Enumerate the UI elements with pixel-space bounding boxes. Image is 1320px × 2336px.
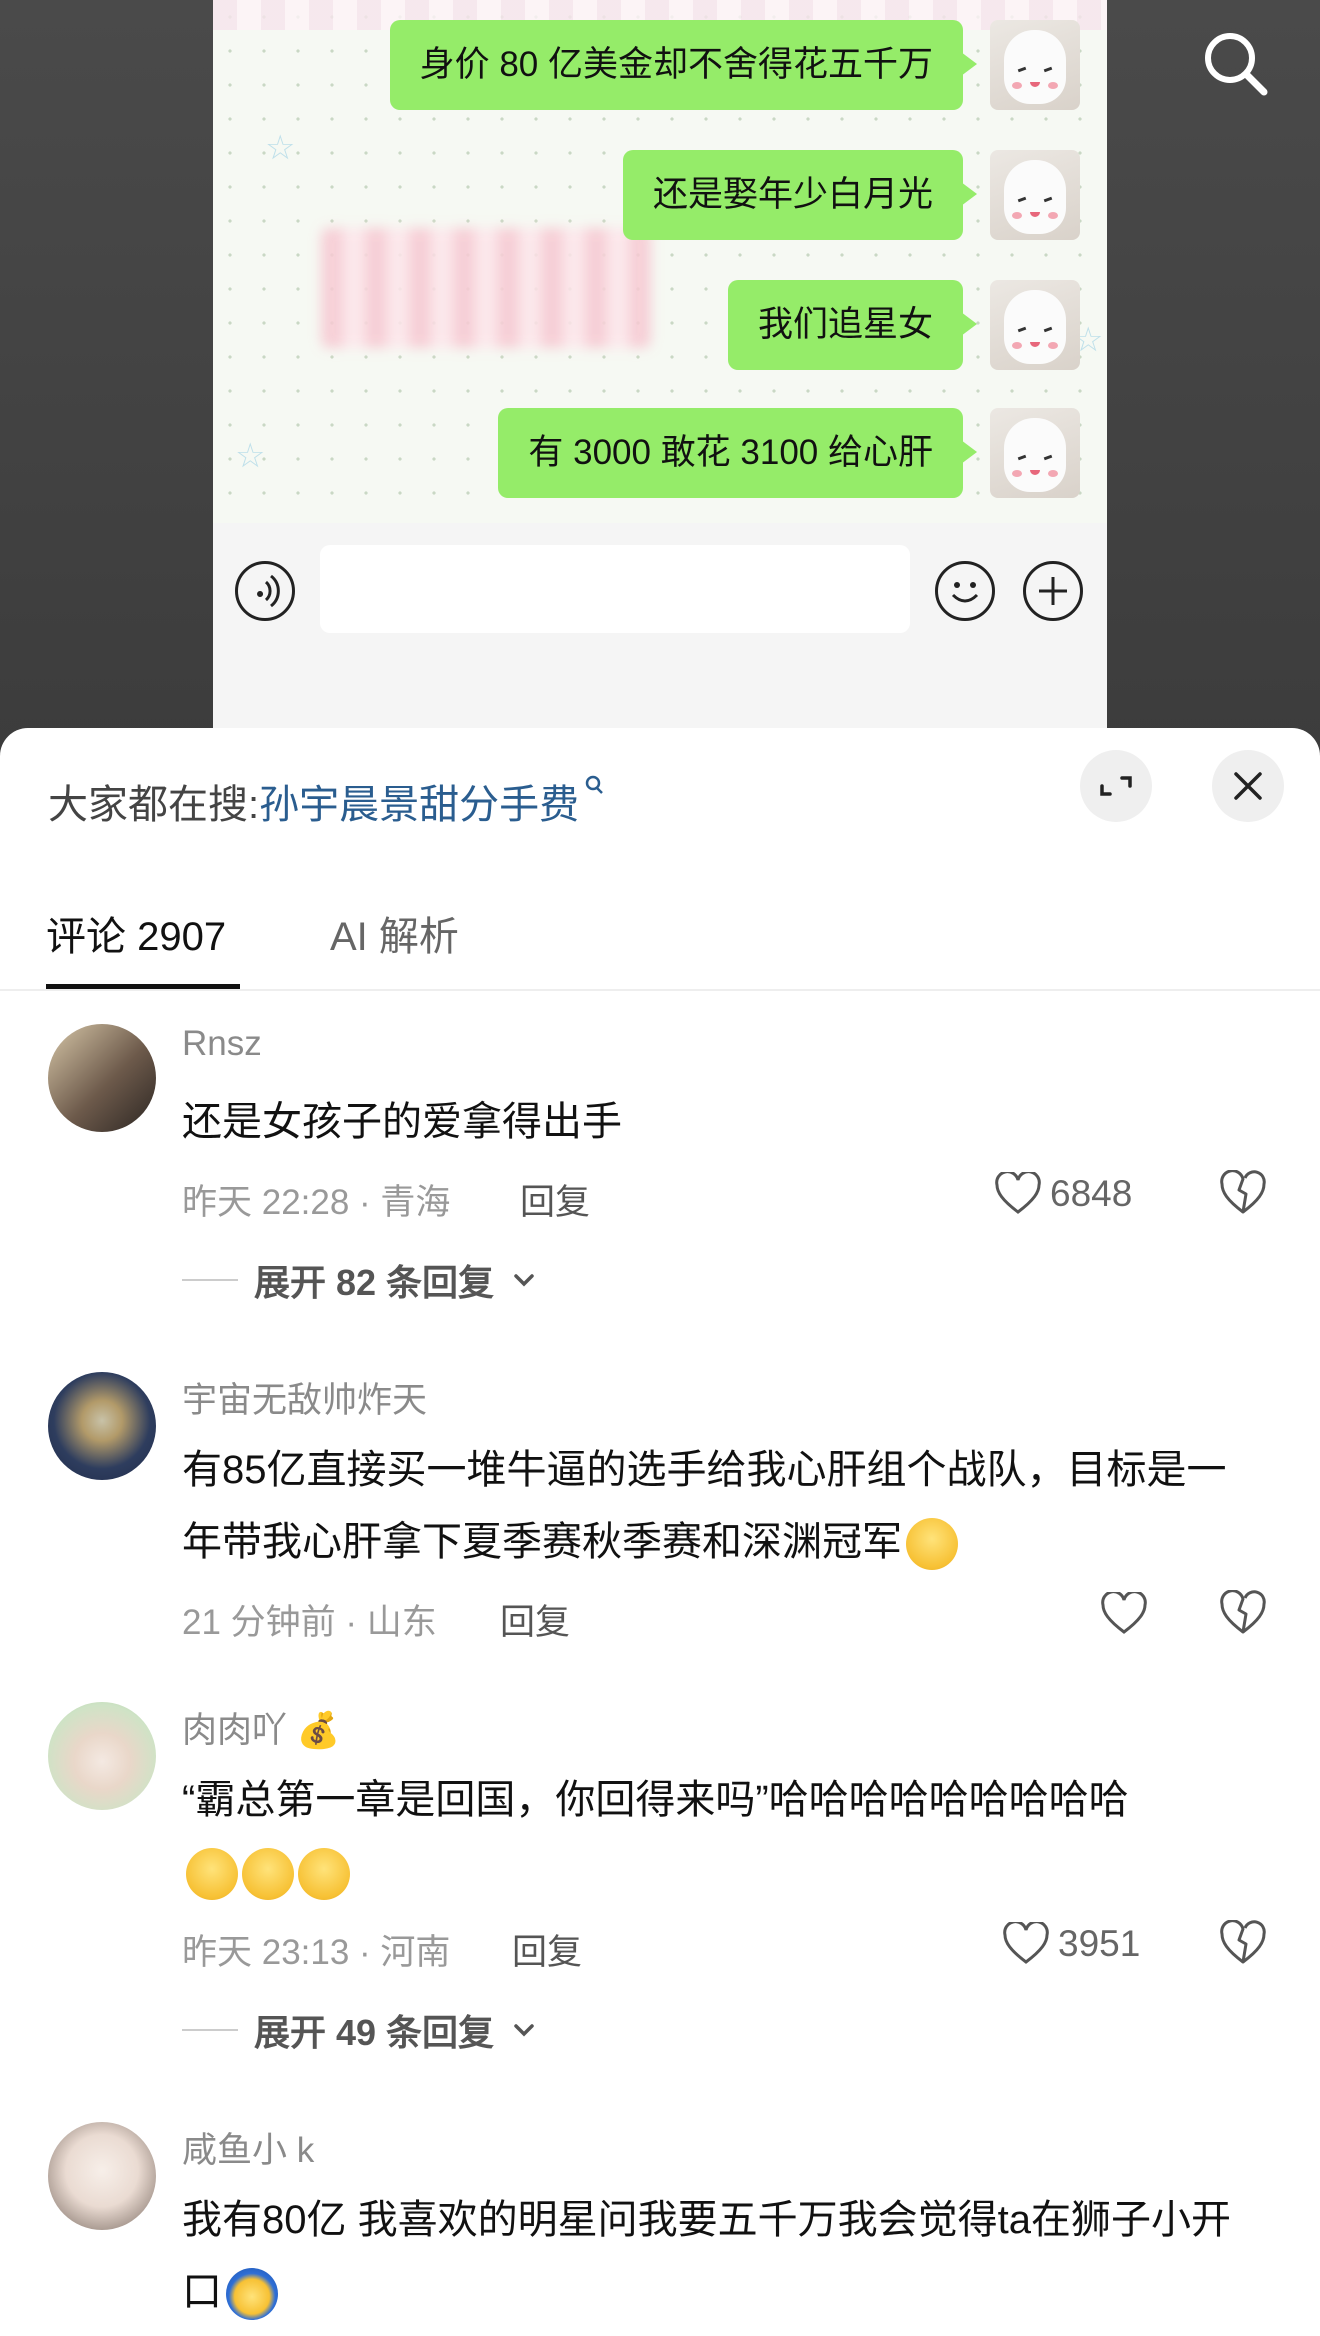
- chat-input-bar: [213, 523, 1107, 740]
- comment-meta: 21 分钟前 · 山东: [182, 1603, 437, 1642]
- tab-comments[interactable]: 评论 2907: [46, 904, 226, 962]
- chat-screenshot: ☆ ☆ ☆ 身价 80 亿美金却不舍得花五千万 还是娶年少白月光 我们追星女 有…: [213, 0, 1107, 740]
- blurred-sticker: [321, 228, 651, 348]
- dislike-button[interactable]: [1218, 1169, 1268, 1218]
- tab-ai-analysis[interactable]: AI 解析: [330, 904, 459, 962]
- like-button[interactable]: [1100, 1590, 1156, 1638]
- comment-meta: 昨天 22:28 · 青海: [182, 1183, 451, 1222]
- chat-message: 有 3000 敢花 3100 给心肝: [498, 408, 977, 498]
- chat-message: 我们追星女: [727, 280, 978, 370]
- money-bag-icon: 💰: [296, 1711, 341, 1750]
- small-search-icon: [585, 775, 604, 794]
- comment-username[interactable]: 咸鱼小 k: [182, 2122, 314, 2173]
- comment-text-body: 我有80亿 我喜欢的明星问我要五千万我会觉得ta在狮子小开口: [182, 2198, 1231, 2314]
- chevron-down-icon: [514, 2024, 534, 2037]
- comment-text-body: 有85亿直接买一堆牛逼的选手给我心肝组个战队，目标是一年带我心肝拿下夏季赛秋季赛…: [182, 1448, 1227, 1564]
- reply-button[interactable]: 回复: [500, 1594, 570, 1645]
- avatar[interactable]: [48, 2122, 156, 2230]
- laugh-cry-emoji-icon: [186, 1848, 238, 1901]
- heart-icon: [1101, 1592, 1147, 1634]
- avatar[interactable]: [48, 1372, 156, 1480]
- expand-replies-button[interactable]: 展开 82 条回复: [182, 1254, 538, 1306]
- heart-icon: [1003, 1922, 1049, 1964]
- trending-search[interactable]: 大家都在搜:孙宇晨景甜分手费: [48, 772, 607, 830]
- avatar[interactable]: [48, 1024, 156, 1132]
- close-button[interactable]: [1212, 750, 1284, 822]
- laugh-cry-emoji-icon: [242, 1848, 294, 1901]
- expand-replies-button[interactable]: 展开 49 条回复: [182, 2004, 538, 2056]
- like-count: 3951: [1058, 1923, 1141, 1964]
- comment-text: 还是女孩子的爱拿得出手: [182, 1100, 622, 1144]
- laugh-cry-emoji-icon: [298, 1848, 350, 1901]
- emoji-icon: [935, 561, 995, 621]
- broken-heart-icon: [1220, 1589, 1266, 1634]
- comment-username-text: 肉肉吖: [182, 1711, 288, 1750]
- comment-meta: 昨天 23:13 · 河南: [182, 1933, 451, 1972]
- expand-button[interactable]: [1080, 750, 1152, 822]
- comment-text: “霸总第一章是回国，你回得来吗”哈哈哈哈哈哈哈哈哈: [182, 1764, 1262, 1908]
- bunny-avatar: [990, 408, 1080, 498]
- star-decoration-icon: ☆: [235, 436, 266, 476]
- divider: [0, 989, 1320, 991]
- comment-text: 有85亿直接买一堆牛逼的选手给我心肝组个战队，目标是一年带我心肝拿下夏季赛秋季赛…: [182, 1434, 1262, 1578]
- broken-heart-icon: [1220, 1169, 1266, 1214]
- like-button[interactable]: 6848: [994, 1170, 1132, 1218]
- broken-heart-icon: [1220, 1919, 1266, 1964]
- reply-button[interactable]: 回复: [512, 1924, 582, 1975]
- star-decoration-icon: ☆: [265, 128, 296, 168]
- voice-icon: [235, 561, 295, 621]
- eye-roll-emoji-icon: [906, 1518, 958, 1571]
- expand-line: [182, 2029, 238, 2031]
- chevron-down-icon: [514, 1274, 534, 1287]
- heart-icon: [995, 1172, 1041, 1214]
- chat-message: 身价 80 亿美金却不舍得花五千万: [389, 20, 978, 110]
- expand-line: [182, 1279, 238, 1281]
- trending-query-link[interactable]: 孙宇晨景甜分手费: [259, 783, 579, 827]
- comment-sheet: 大家都在搜:孙宇晨景甜分手费 评论 2907 AI 解析 Rnsz 还是女孩子的…: [0, 728, 1320, 2336]
- expand-icon: [1100, 776, 1132, 796]
- dislike-button[interactable]: [1218, 1919, 1268, 1968]
- close-icon: [1234, 772, 1262, 800]
- bunny-avatar: [990, 280, 1080, 370]
- trending-label: 大家都在搜:: [48, 783, 260, 827]
- chat-text-box: [320, 545, 910, 633]
- comment-username[interactable]: Rnsz: [182, 1024, 262, 1064]
- comment-text-body: “霸总第一章是回国，你回得来吗”哈哈哈哈哈哈哈哈哈: [182, 1778, 1129, 1822]
- comment-text: 我有80亿 我喜欢的明星问我要五千万我会觉得ta在狮子小开口: [182, 2184, 1262, 2328]
- expand-replies-label: 展开 49 条回复: [254, 2012, 495, 2053]
- search-icon[interactable]: [1196, 24, 1276, 104]
- bunny-avatar: [990, 150, 1080, 240]
- dislike-button[interactable]: [1218, 1589, 1268, 1638]
- chat-message: 还是娶年少白月光: [622, 150, 978, 240]
- expand-replies-label: 展开 82 条回复: [254, 1262, 495, 1303]
- plus-icon: [1023, 561, 1083, 621]
- reply-button[interactable]: 回复: [520, 1174, 590, 1225]
- avatar[interactable]: [48, 1702, 156, 1810]
- bunny-avatar: [990, 20, 1080, 110]
- comment-username[interactable]: 宇宙无敌帅炸天: [182, 1372, 427, 1423]
- scared-emoji-icon: [226, 2268, 278, 2321]
- comment-username[interactable]: 肉肉吖 💰: [182, 1702, 340, 1753]
- like-button[interactable]: 3951: [1002, 1920, 1140, 1968]
- like-count: 6848: [1050, 1173, 1133, 1214]
